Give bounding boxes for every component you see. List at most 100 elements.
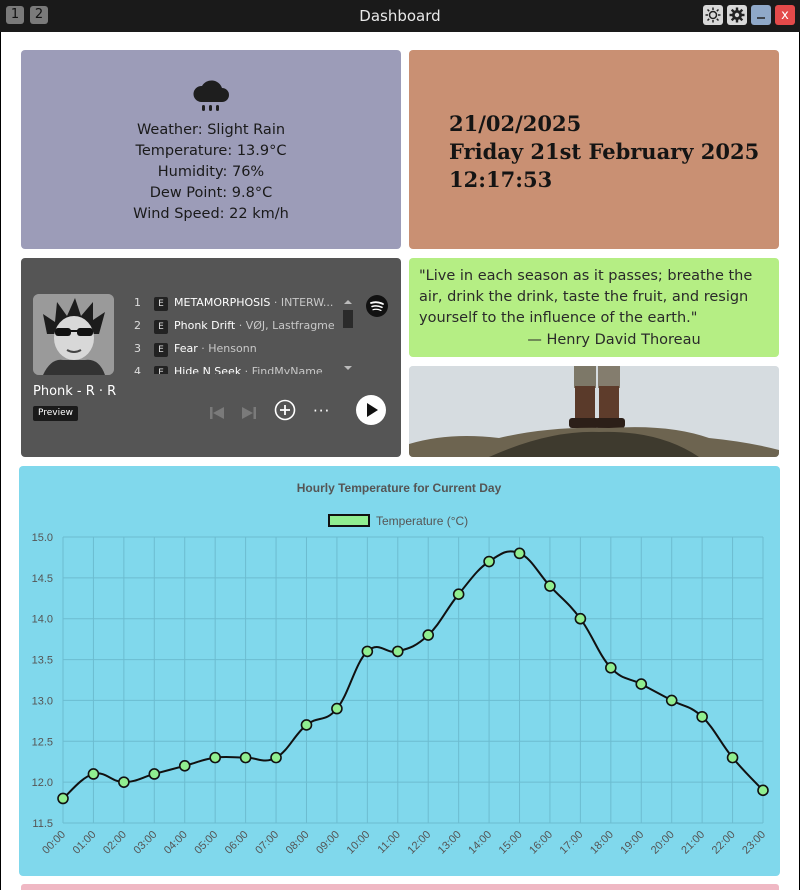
data-point-06:00[interactable] <box>239 751 252 764</box>
minimize-button[interactable] <box>751 5 771 25</box>
brightness-icon[interactable] <box>703 5 723 25</box>
data-point-04:00[interactable] <box>178 759 191 772</box>
datetime-card: 21/02/2025 Friday 21st February 2025 12:… <box>409 50 779 249</box>
x-tick-label: 01:00 <box>71 829 99 857</box>
data-point-21:00[interactable] <box>696 710 708 723</box>
track-number: 4 <box>134 365 141 374</box>
add-to-library-icon[interactable] <box>274 399 296 425</box>
data-point-20:00[interactable] <box>665 694 678 707</box>
weather-card: Weather: Slight Rain Temperature: 13.9°C… <box>21 50 401 249</box>
x-tick-label: 20:00 <box>649 829 677 857</box>
playlist-cover-image <box>33 294 114 375</box>
date-long: Friday 21st February 2025 <box>449 139 760 164</box>
weather-humidity: Humidity: 76% <box>157 164 265 180</box>
track-number: 3 <box>134 342 141 355</box>
data-point-18:00[interactable] <box>605 661 617 674</box>
spotify-logo-icon[interactable] <box>366 295 388 321</box>
x-tick-label: 09:00 <box>314 829 342 857</box>
track-row-4[interactable]: 4 E Hide N Seek · FindMyName <box>134 365 334 374</box>
date-numeric: 21/02/2025 <box>449 111 582 136</box>
track-number: 1 <box>134 296 141 309</box>
x-tick-label: 19:00 <box>618 829 646 857</box>
track-number: 2 <box>134 319 141 332</box>
data-point-12:00[interactable] <box>422 629 435 641</box>
next-card-edge <box>21 884 779 890</box>
legend-label[interactable]: Temperature (°C) <box>376 514 468 528</box>
x-tick-label: 08:00 <box>284 829 312 857</box>
data-point-08:00[interactable] <box>300 719 313 731</box>
y-tick-label: 12.5 <box>32 736 53 748</box>
weather-wind-speed: Wind Speed: 22 km/h <box>133 206 289 222</box>
data-point-17:00[interactable] <box>574 612 587 625</box>
spotify-embed[interactable]: Phonk - R · R Preview 1 E METAMORPHOSIS · … <box>21 258 401 457</box>
quote-text: "Live in each season as it passes; breat… <box>419 268 753 326</box>
skip-back-icon[interactable] <box>209 405 225 425</box>
x-tick-label: 14:00 <box>466 829 494 857</box>
track-row-1[interactable]: 1 E METAMORPHOSIS · INTERW... <box>134 296 334 314</box>
preview-badge: Preview <box>33 406 79 421</box>
x-tick-label: 03:00 <box>131 829 159 857</box>
data-point-01:00[interactable] <box>87 768 100 780</box>
close-button[interactable]: x <box>775 5 795 25</box>
data-point-16:00[interactable] <box>544 580 556 592</box>
tracklist-scrollbar[interactable] <box>341 298 355 374</box>
weather-temperature: Temperature: 13.9°C <box>135 143 287 159</box>
track-title: METAMORPHOSIS <box>174 296 271 309</box>
data-point-02:00[interactable] <box>118 776 130 788</box>
x-tick-label: 23:00 <box>740 829 768 857</box>
explicit-badge: E <box>154 297 168 311</box>
x-tick-label: 13:00 <box>436 829 464 857</box>
track-title: Fear <box>174 342 198 355</box>
x-tick-label: 04:00 <box>162 829 190 857</box>
x-tick-label: 06:00 <box>223 829 251 857</box>
x-tick-label: 11:00 <box>376 829 403 856</box>
rain-cloud-icon <box>191 78 231 118</box>
temperature-line-chart: Hourly Temperature for Current Day Tempe… <box>32 481 769 857</box>
window-title: Dashboard <box>359 7 441 25</box>
x-tick-label: 18:00 <box>588 829 616 857</box>
temperature-chart-card: Hourly Temperature for Current Day Tempe… <box>19 466 780 876</box>
quote-author: — Henry David Thoreau <box>527 332 701 348</box>
track-artist: INTERW... <box>280 296 334 309</box>
track-artist: FindMyName <box>251 365 323 374</box>
data-point-10:00[interactable] <box>361 645 374 658</box>
data-point-00:00[interactable] <box>57 792 69 805</box>
x-tick-label: 10:00 <box>345 829 373 857</box>
skip-forward-icon[interactable] <box>241 405 257 425</box>
more-options-icon[interactable]: ··· <box>313 402 330 420</box>
x-tick-label: 07:00 <box>253 829 281 857</box>
data-point-23:00[interactable] <box>757 784 769 797</box>
y-tick-label: 11.5 <box>32 818 53 830</box>
data-point-03:00[interactable] <box>148 768 161 780</box>
x-tick-label: 21:00 <box>679 829 707 857</box>
hiking-boots-photo <box>409 366 779 457</box>
settings-gear-icon[interactable] <box>727 5 747 25</box>
track-row-2[interactable]: 2EPhonk Drift · VØJ, Lastfragme... <box>134 319 334 337</box>
data-point-05:00[interactable] <box>209 751 221 764</box>
y-tick-label: 13.0 <box>32 695 53 707</box>
data-point-14:00[interactable] <box>483 555 495 568</box>
clock-time: 12:17:53 <box>449 167 553 192</box>
x-tick-label: 05:00 <box>192 829 220 857</box>
data-point-19:00[interactable] <box>635 678 648 690</box>
track-artist: VØJ, Lastfragme... <box>245 319 334 332</box>
data-point-22:00[interactable] <box>726 751 739 764</box>
y-tick-label: 14.5 <box>32 573 53 585</box>
data-point-15:00[interactable] <box>513 547 526 560</box>
playlist-name[interactable]: Phonk - R · R <box>33 384 116 399</box>
play-icon[interactable] <box>356 395 386 429</box>
y-tick-label: 12.0 <box>32 777 53 789</box>
chart-title: Hourly Temperature for Current Day <box>297 481 502 495</box>
track-row-3[interactable]: 3 E Fear · Hensonn <box>134 342 334 360</box>
legend-swatch <box>328 514 370 527</box>
temperature-series-line <box>62 550 764 800</box>
data-point-09:00[interactable] <box>331 702 343 715</box>
data-point-07:00[interactable] <box>270 751 282 764</box>
track-title: Phonk Drift <box>174 319 236 332</box>
y-tick-label: 15.0 <box>32 532 53 544</box>
y-tick-label: 13.5 <box>32 655 53 667</box>
data-point-11:00[interactable] <box>391 645 404 658</box>
x-tick-label: 02:00 <box>101 829 129 857</box>
y-tick-label: 14.0 <box>32 614 53 626</box>
data-point-13:00[interactable] <box>452 588 465 600</box>
